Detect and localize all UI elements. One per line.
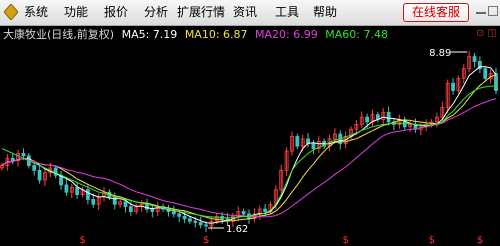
ma10-line [1, 74, 497, 222]
menu-extended-market[interactable]: 扩展行情 [177, 4, 225, 20]
event-marker-icon: $ [203, 235, 209, 246]
stock-title: 大康牧业(日线,前复权) [3, 28, 115, 41]
menu-news[interactable]: 资讯 [233, 4, 257, 20]
candle-body [311, 143, 316, 149]
ma20-line [1, 98, 497, 218]
menu-analysis[interactable]: 分析 [144, 4, 168, 20]
candle-body [451, 82, 455, 91]
candle-body [295, 136, 300, 147]
ma60-label: MA60: 7.48 [325, 28, 388, 41]
candle-body [112, 196, 117, 205]
candle-body [365, 116, 370, 123]
candle-body [128, 206, 133, 212]
candle-body [171, 211, 176, 215]
candle-body [494, 73, 498, 91]
menu-quote[interactable]: 报价 [104, 4, 128, 20]
online-service-button[interactable]: 在线客服 [403, 3, 469, 22]
event-marker-icon: $ [429, 235, 435, 246]
maximize-icon[interactable] [488, 6, 498, 16]
chart-corner-icons[interactable]: ⊙ ◫ [476, 28, 497, 39]
candle-body [386, 111, 391, 123]
candle-body [198, 222, 203, 226]
menu-function[interactable]: 功能 [64, 4, 88, 20]
low-price-label: 1.62 [226, 224, 248, 235]
app-logo-icon [4, 4, 18, 20]
candle-body [177, 213, 182, 217]
ma10-label: MA10: 6.87 [184, 28, 248, 41]
candle-body [64, 184, 69, 193]
menu-system[interactable]: 系统 [24, 4, 48, 20]
ma5-line [1, 66, 497, 224]
candle-body [75, 186, 80, 195]
event-marker-icon: $ [80, 235, 86, 246]
menu-help[interactable]: 帮助 [313, 4, 337, 20]
candle-body [86, 189, 90, 200]
event-marker-icon: $ [477, 235, 483, 246]
high-price-label: 8.89 [429, 48, 451, 59]
candle-body [472, 56, 477, 62]
event-marker-icon: $ [343, 235, 349, 246]
candle-body [263, 208, 268, 212]
candle-body [21, 153, 26, 157]
menu-tools[interactable]: 工具 [275, 4, 299, 20]
candle-body [37, 169, 42, 181]
candle-body [483, 68, 488, 79]
minimize-icon[interactable] [476, 6, 486, 14]
candle-body [241, 211, 246, 215]
stock-software-window: 系统 功能 报价 分析 扩展行情 资讯 工具 帮助 在线客服 8.89 1.62 $… [0, 0, 500, 246]
ma60-line [1, 85, 496, 219]
candle-body [123, 201, 128, 208]
candle-body [188, 218, 192, 222]
candle-body [91, 199, 96, 205]
chart-legend: 大康牧业(日线,前复权) MA5: 7.19 MA10: 6.87 MA20: … [3, 28, 392, 42]
ma5-label: MA5: 7.19 [121, 28, 178, 41]
candle-body [10, 157, 15, 162]
candle-body [150, 208, 155, 212]
menu-bar: 系统 功能 报价 分析 扩展行情 资讯 工具 帮助 在线客服 [0, 0, 500, 26]
candle-body [32, 165, 37, 171]
kline-chart[interactable]: 8.89 1.62 $ $ $ $ $ [0, 26, 500, 246]
candle-body [193, 220, 198, 223]
candle-body [182, 215, 187, 220]
candle-body [204, 224, 208, 227]
ma20-label: MA20: 6.99 [255, 28, 318, 41]
